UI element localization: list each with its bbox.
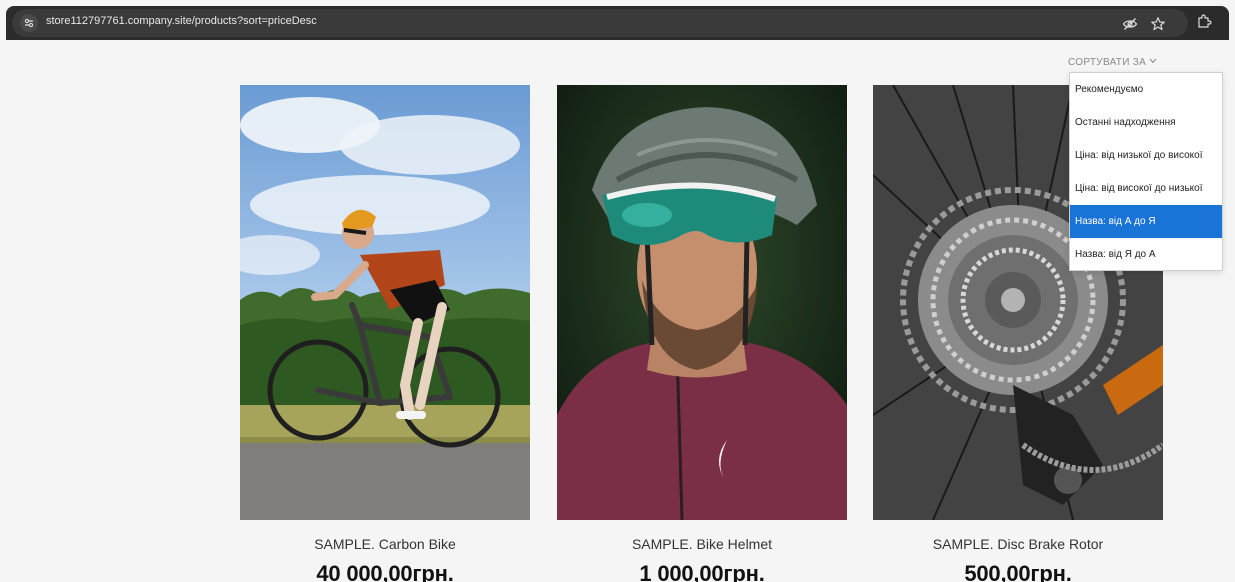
address-bar[interactable]: store112797761.company.site/products?sor…: [12, 9, 1188, 37]
eye-off-icon[interactable]: [1122, 16, 1138, 32]
product-name[interactable]: SAMPLE. Disc Brake Rotor: [873, 536, 1163, 552]
browser-toolbar: store112797761.company.site/products?sor…: [6, 6, 1229, 40]
product-price: 40 000,00грн.: [316, 561, 454, 582]
product-name[interactable]: SAMPLE. Bike Helmet: [557, 536, 847, 552]
bookmark-star-icon[interactable]: [1150, 16, 1166, 32]
sort-option-name-desc[interactable]: Назва: від Я до А: [1070, 238, 1222, 271]
sort-by-label: СОРТУВАТИ ЗА: [1068, 57, 1147, 68]
site-settings-icon[interactable]: [20, 14, 38, 32]
sort-option-recommended[interactable]: Рекомендуємо: [1070, 73, 1222, 106]
product-image-bike-helmet[interactable]: [557, 85, 847, 520]
product-card[interactable]: SAMPLE. Bike Helmet 1 000,00грн.: [557, 85, 847, 582]
sort-dropdown[interactable]: Рекомендуємо Останні надходження Ціна: в…: [1069, 72, 1223, 271]
sort-option-newest[interactable]: Останні надходження: [1070, 106, 1222, 139]
url-text[interactable]: store112797761.company.site/products?sor…: [46, 15, 317, 27]
sort-option-price-desc[interactable]: Ціна: від високої до низької: [1070, 172, 1222, 205]
sort-option-name-asc[interactable]: Назва: від А до Я: [1070, 205, 1222, 238]
product-name[interactable]: SAMPLE. Carbon Bike: [240, 536, 530, 552]
sort-option-price-asc[interactable]: Ціна: від низької до високої: [1070, 139, 1222, 172]
sort-by-button[interactable]: СОРТУВАТИ ЗА: [1068, 56, 1157, 68]
product-card[interactable]: SAMPLE. Carbon Bike 40 000,00грн.: [240, 85, 530, 582]
chevron-down-icon: [1149, 56, 1157, 67]
product-price: 1 000,00грн.: [639, 561, 765, 582]
product-image-carbon-bike[interactable]: [240, 85, 530, 520]
product-price: 500,00грн.: [964, 561, 1072, 582]
extensions-icon[interactable]: [1196, 13, 1212, 29]
